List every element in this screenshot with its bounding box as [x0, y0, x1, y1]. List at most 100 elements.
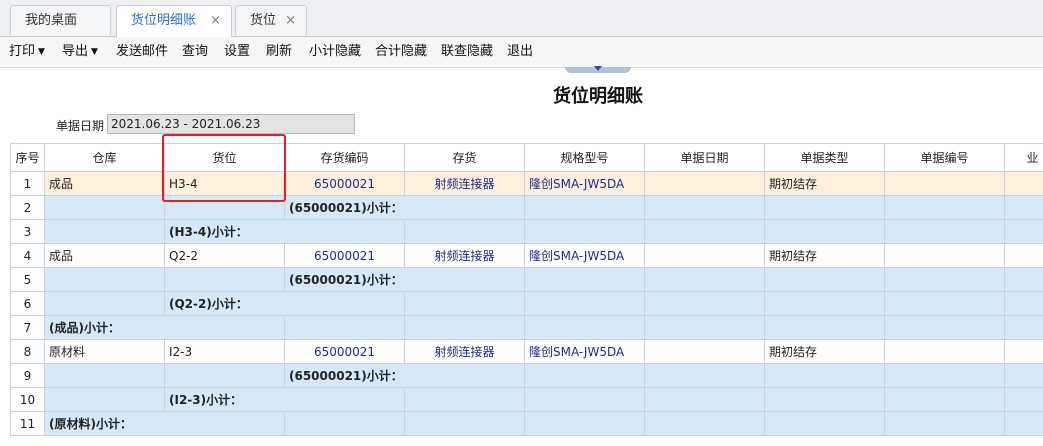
cell-business [1004, 315, 1043, 340]
cell-warehouse-subtotal: (原材料)小计： [44, 411, 285, 436]
col-header-warehouse[interactable]: 仓库 [44, 143, 165, 172]
cell-spec [524, 267, 645, 292]
cell-code-link[interactable]: 65000021 [284, 171, 405, 196]
hide-total-button[interactable]: 合计隐藏 [375, 37, 427, 67]
table-row[interactable]: 8 原材料 I2-3 65000021 射频连接器 隆创SMA-JW5DA 期初… [10, 339, 1043, 364]
cell-seq: 7 [10, 315, 45, 340]
cell-seq: 4 [10, 243, 45, 268]
col-header-seq[interactable]: 序号 [10, 143, 45, 172]
cell-business [1004, 339, 1043, 364]
hide-linked-button[interactable]: 联查隐藏 [441, 37, 493, 67]
cell-business [1004, 291, 1043, 316]
cell-warehouse-subtotal: (成品)小计： [44, 315, 285, 340]
cell-doc-number [884, 195, 1005, 220]
cell-doc-date [644, 267, 765, 292]
cell-seq: 9 [10, 363, 45, 388]
table-row[interactable]: 2 (65000021)小计： [10, 195, 1043, 220]
table-row[interactable]: 3 (H3-4)小计： [10, 219, 1043, 244]
col-header-business[interactable]: 业 [1004, 143, 1043, 172]
cell-spec [524, 363, 645, 388]
col-header-location[interactable]: 货位 [164, 143, 285, 172]
cell-code-subtotal: (65000021)小计： [284, 363, 525, 388]
table-row[interactable]: 4 成品 Q2-2 65000021 射频连接器 隆创SMA-JW5DA 期初结… [10, 243, 1043, 268]
cell-spec-link[interactable]: 隆创SMA-JW5DA [524, 243, 645, 268]
cell-location: H3-4 [164, 171, 285, 196]
cell-seq: 10 [10, 387, 45, 412]
col-header-spec[interactable]: 规格型号 [524, 143, 645, 172]
cell-spec [524, 315, 645, 340]
cell-warehouse [44, 267, 165, 292]
cell-code-link[interactable]: 65000021 [284, 243, 405, 268]
cell-doc-date [644, 411, 765, 436]
cell-doc-number [884, 315, 1005, 340]
cell-doc-type: 期初结存 [764, 171, 885, 196]
settings-button[interactable]: 设置 [224, 37, 250, 67]
export-button[interactable]: 导出 ▼ [62, 37, 98, 67]
cell-location-subtotal: (Q2-2)小计： [164, 291, 405, 316]
col-header-code[interactable]: 存货编码 [284, 143, 405, 172]
refresh-button[interactable]: 刷新 [266, 37, 292, 67]
close-icon[interactable]: × [210, 6, 221, 36]
cell-code-link[interactable]: 65000021 [284, 339, 405, 364]
cell-doc-type: 期初结存 [764, 339, 885, 364]
date-range-field[interactable]: 2021.06.23 - 2021.06.23 [107, 114, 355, 134]
table-row[interactable]: 5 (65000021)小计： [10, 267, 1043, 292]
cell-spec-link[interactable]: 隆创SMA-JW5DA [524, 171, 645, 196]
cell-doc-date [644, 339, 765, 364]
col-header-doc-type[interactable]: 单据类型 [764, 143, 885, 172]
tab-my-desktop[interactable]: 我的桌面 [10, 5, 111, 35]
col-header-doc-date[interactable]: 单据日期 [644, 143, 765, 172]
tab-label: 货位明细账 [131, 13, 197, 28]
cell-warehouse [44, 195, 165, 220]
tab-label: 货位 [250, 13, 277, 28]
cell-seq: 8 [10, 339, 45, 364]
col-header-inventory[interactable]: 存货 [404, 143, 525, 172]
table-row[interactable]: 1 成品 H3-4 65000021 射频连接器 隆创SMA-JW5DA 期初结… [10, 171, 1043, 196]
cell-business [1004, 219, 1043, 244]
exit-button[interactable]: 退出 [507, 37, 533, 67]
table-row[interactable]: 6 (Q2-2)小计： [10, 291, 1043, 316]
cell-business [1004, 363, 1043, 388]
cell-doc-number [884, 363, 1005, 388]
cell-doc-date [644, 171, 765, 196]
cell-location [164, 267, 285, 292]
cell-inventory-link[interactable]: 射频连接器 [404, 243, 525, 268]
cell-doc-number [884, 411, 1005, 436]
close-icon[interactable]: × [285, 6, 296, 36]
cell-code-subtotal: (65000021)小计： [284, 195, 525, 220]
table-row[interactable]: 9 (65000021)小计： [10, 363, 1043, 388]
cell-inventory-link[interactable]: 射频连接器 [404, 171, 525, 196]
table-row[interactable]: 7 (成品)小计： [10, 315, 1043, 340]
cell-inventory [404, 411, 525, 436]
hide-subtotal-button[interactable]: 小计隐藏 [309, 37, 361, 67]
cell-warehouse: 原材料 [44, 339, 165, 364]
cell-spec-link[interactable]: 隆创SMA-JW5DA [524, 339, 645, 364]
cell-inventory [404, 315, 525, 340]
cell-doc-date [644, 315, 765, 340]
cell-doc-type [764, 315, 885, 340]
cell-inventory-link[interactable]: 射频连接器 [404, 339, 525, 364]
send-mail-button[interactable]: 发送邮件 [116, 37, 168, 67]
cell-doc-date [644, 219, 765, 244]
cell-doc-date [644, 363, 765, 388]
cell-spec [524, 195, 645, 220]
tab-location[interactable]: 货位 × [235, 5, 307, 35]
cell-doc-number [884, 267, 1005, 292]
cell-doc-number [884, 387, 1005, 412]
tab-location-ledger[interactable]: 货位明细账 × [116, 5, 232, 37]
cell-doc-type: 期初结存 [764, 243, 885, 268]
col-header-doc-number[interactable]: 单据编号 [884, 143, 1005, 172]
cell-doc-type [764, 291, 885, 316]
cell-doc-type [764, 411, 885, 436]
cell-location [164, 363, 285, 388]
print-button[interactable]: 打印 ▼ [9, 37, 45, 67]
header-row: 序号 仓库 货位 存货编码 存货 规格型号 单据日期 单据类型 单据编号 业 [10, 143, 1043, 172]
table-row[interactable]: 10 (I2-3)小计： [10, 387, 1043, 412]
tab-bar: 我的桌面 货位明细账 × 货位 × [0, 0, 1043, 37]
cell-doc-type [764, 267, 885, 292]
collapse-handle[interactable] [565, 66, 631, 73]
table-row[interactable]: 11 (原材料)小计： [10, 411, 1043, 436]
query-button[interactable]: 查询 [182, 37, 208, 67]
cell-spec [524, 411, 645, 436]
cell-code [284, 315, 405, 340]
